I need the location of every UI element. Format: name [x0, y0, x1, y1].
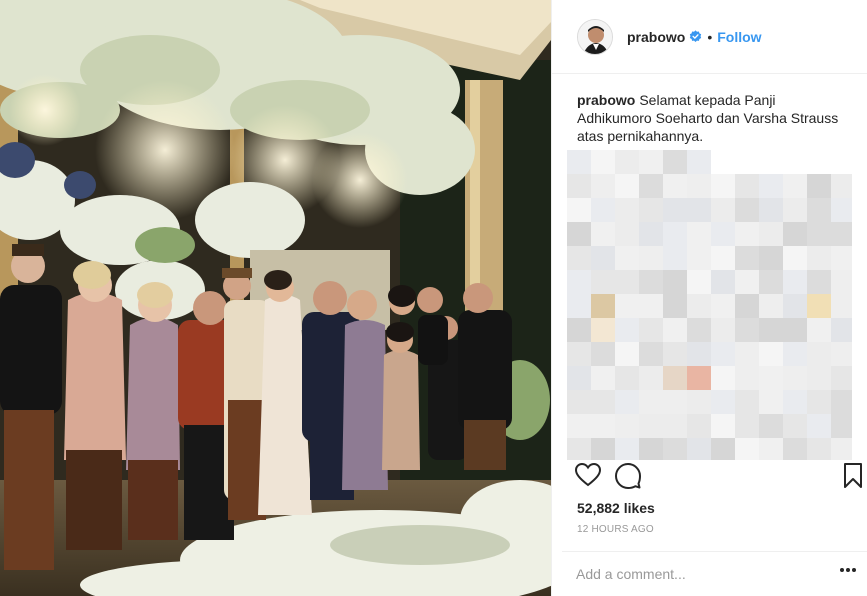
post-caption: prabowo Selamat kepada Panji Adhikumoro S…	[552, 74, 867, 145]
separator-dot: •	[707, 28, 713, 45]
heart-icon[interactable]	[575, 463, 601, 487]
more-options-icon[interactable]	[839, 567, 857, 573]
post-timestamp[interactable]: 12 HOURS AGO	[577, 524, 654, 535]
verified-badge-icon	[690, 30, 702, 42]
avatar-portrait-icon	[578, 19, 612, 54]
post-header: prabowo • Follow	[552, 0, 867, 74]
likes-count[interactable]: 52,882 likes	[577, 500, 655, 516]
username[interactable]: prabowo	[627, 29, 685, 45]
caption-username[interactable]: prabowo	[577, 92, 635, 108]
avatar[interactable]	[577, 18, 613, 55]
pixelated-comments-area	[567, 150, 852, 460]
post-photo[interactable]	[0, 0, 551, 596]
comment-bar	[562, 551, 867, 596]
comment-icon[interactable]	[615, 463, 641, 489]
follow-button[interactable]: Follow	[717, 29, 761, 45]
bookmark-icon[interactable]	[843, 463, 863, 489]
comment-input[interactable]	[576, 566, 816, 582]
wedding-photo	[0, 0, 551, 596]
post-sidebar: prabowo • Follow prabowo Selamat kepada P…	[551, 0, 867, 596]
action-bar	[575, 463, 865, 489]
